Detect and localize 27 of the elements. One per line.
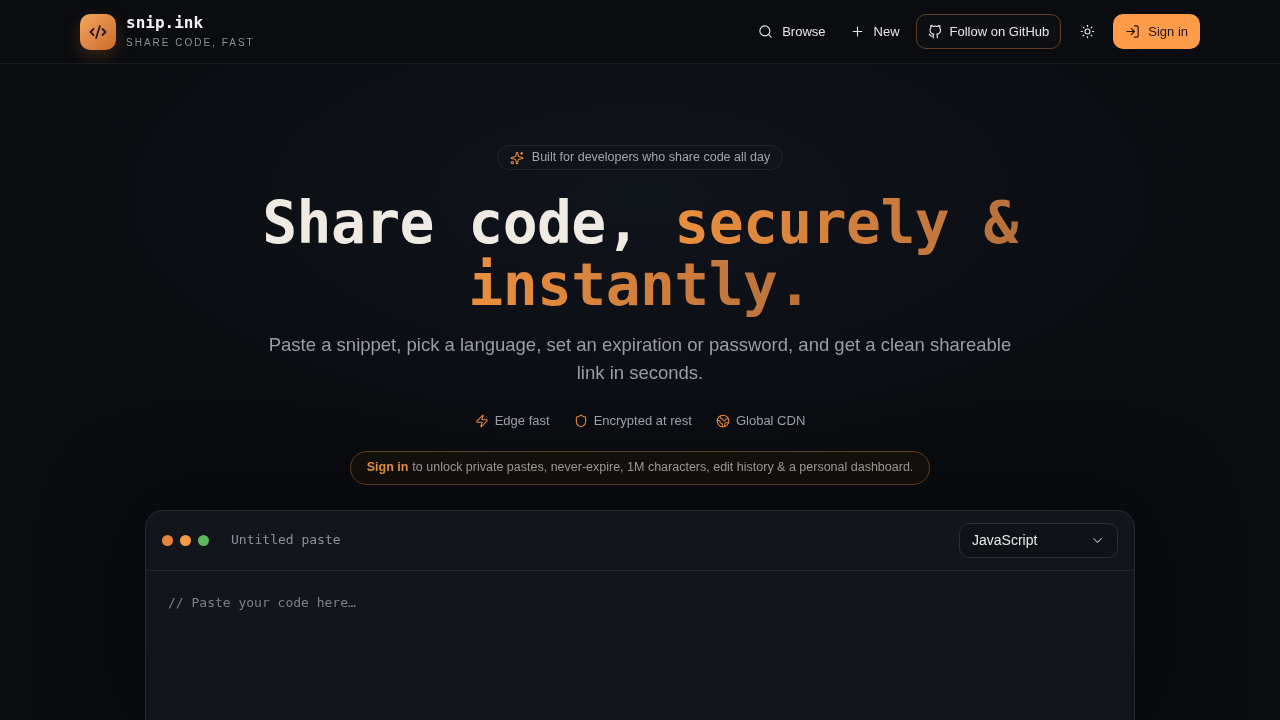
feature-label: Encrypted at rest bbox=[593, 412, 692, 430]
code-logo-icon bbox=[80, 13, 116, 50]
code-input[interactable]: // Paste your code here… bbox=[146, 570, 1134, 720]
sign-in-button[interactable]: Sign in bbox=[1113, 14, 1200, 49]
globe-icon bbox=[715, 413, 730, 428]
hero-subtitle: Paste a snippet, pick a language, set an expiration or password, and get a clean shareable link in seconds. bbox=[267, 333, 1013, 385]
lightning-icon bbox=[474, 413, 489, 428]
brand-tagline: SHARE CODE, FAST bbox=[126, 36, 255, 50]
sign-in-icon bbox=[1125, 24, 1141, 39]
nav-link[interactable]: Browse bbox=[750, 13, 834, 50]
sign-in-notice: Sign in to unlock private pastes, never-expire, 1M characters, edit history & a personal dashboard. bbox=[349, 450, 931, 485]
nav-link[interactable]: New bbox=[841, 13, 908, 50]
sparkles-icon bbox=[509, 150, 524, 165]
language-select[interactable]: JavaScript bbox=[959, 522, 1118, 558]
feature-label: Edge fast bbox=[494, 412, 550, 430]
paste-title: Untitled paste bbox=[231, 531, 341, 550]
sun-icon bbox=[1079, 24, 1095, 39]
feature-label: Global CDN bbox=[735, 412, 806, 430]
brand-name: snip.ink bbox=[126, 13, 205, 33]
shield-icon bbox=[573, 413, 588, 428]
github-button[interactable]: Follow on GitHub bbox=[915, 14, 1062, 49]
github-icon bbox=[927, 24, 942, 39]
search-icon bbox=[758, 24, 774, 39]
plus-icon bbox=[849, 24, 865, 39]
sign-in-link[interactable]: Sign in bbox=[366, 458, 409, 477]
badge-text: Built for developers who share code all day bbox=[531, 149, 771, 167]
code-editor[interactable]: Untitled paste JavaScript // Paste your code here… bbox=[145, 509, 1135, 720]
